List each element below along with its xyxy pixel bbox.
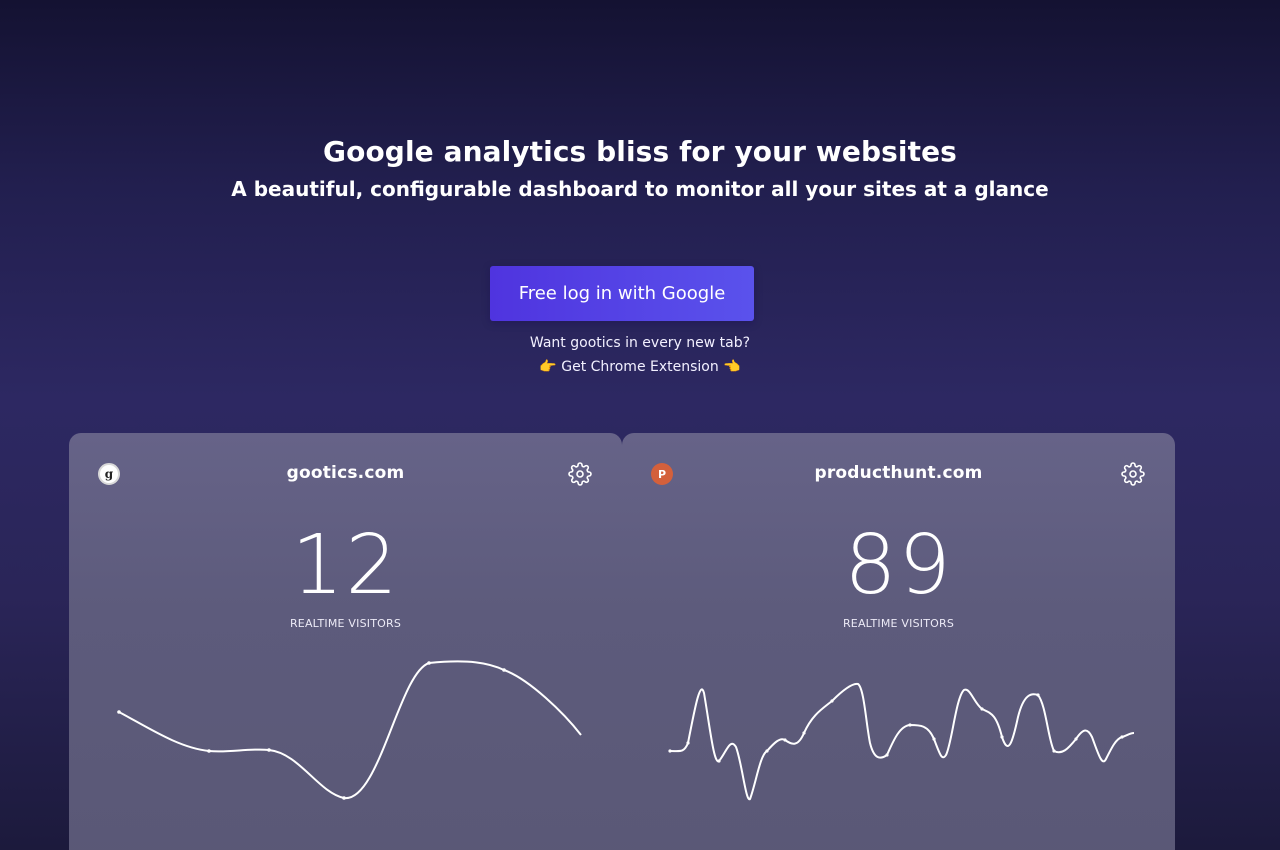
sparkline-line	[669, 682, 1135, 801]
sparkline-point	[207, 749, 211, 753]
sparkline-point	[1036, 693, 1040, 697]
sparkline-point	[802, 731, 806, 735]
sparkline-point	[980, 707, 984, 711]
sparkline-point	[117, 710, 121, 714]
site-card-producthunt: P producthunt.com 89 REALTIME VISITORS	[622, 433, 1175, 850]
sparkline-line	[118, 660, 582, 800]
card-header: P producthunt.com	[622, 459, 1175, 489]
promo-question: Want gootics in every new tab?	[529, 335, 751, 351]
visitors-sparkline	[668, 682, 1135, 801]
sparkline-point	[932, 737, 936, 741]
hero: Google analytics bliss for your websites…	[0, 132, 1280, 204]
realtime-visitors-label: REALTIME VISITORS	[842, 617, 955, 630]
realtime-visitor-count: 12	[291, 518, 400, 613]
sparkline-point	[783, 738, 787, 742]
gear-icon[interactable]	[1121, 462, 1145, 486]
sparkline-point	[502, 668, 506, 672]
chrome-extension-promo: Want gootics in every new tab? 👉 Get Chr…	[0, 331, 1280, 379]
sparkline-point	[885, 753, 889, 757]
site-name: gootics.com	[286, 463, 405, 483]
sparkline-point	[686, 741, 690, 745]
sparkline-point	[668, 749, 672, 753]
sparkline-point	[765, 749, 769, 753]
google-login-button[interactable]: Free log in with Google	[490, 266, 754, 321]
sparkline-point	[342, 796, 346, 800]
hero-subtitle: A beautiful, configurable dashboard to m…	[231, 177, 1049, 201]
sparkline-point	[830, 699, 834, 703]
sparkline-point	[1052, 749, 1056, 753]
sparkline-point	[1000, 735, 1004, 739]
chrome-extension-link[interactable]: 👉 Get Chrome Extension 👈	[539, 359, 740, 375]
sparkline-point	[427, 661, 431, 665]
sparkline-point	[717, 759, 721, 763]
sparkline-point	[908, 723, 912, 727]
site-card-gootics: g gootics.com 12 REALTIME VISITORS	[69, 433, 622, 850]
card-header: g gootics.com	[69, 459, 622, 489]
sparkline-point	[267, 748, 271, 752]
hero-title: Google analytics bliss for your websites	[323, 135, 957, 168]
sparkline-point	[1074, 737, 1078, 741]
realtime-visitor-count: 89	[844, 518, 953, 613]
sparkline-point	[1120, 735, 1124, 739]
gear-icon[interactable]	[568, 462, 592, 486]
visitors-sparkline	[117, 660, 582, 800]
realtime-visitors-label: REALTIME VISITORS	[289, 617, 402, 630]
site-name: producthunt.com	[814, 463, 983, 483]
